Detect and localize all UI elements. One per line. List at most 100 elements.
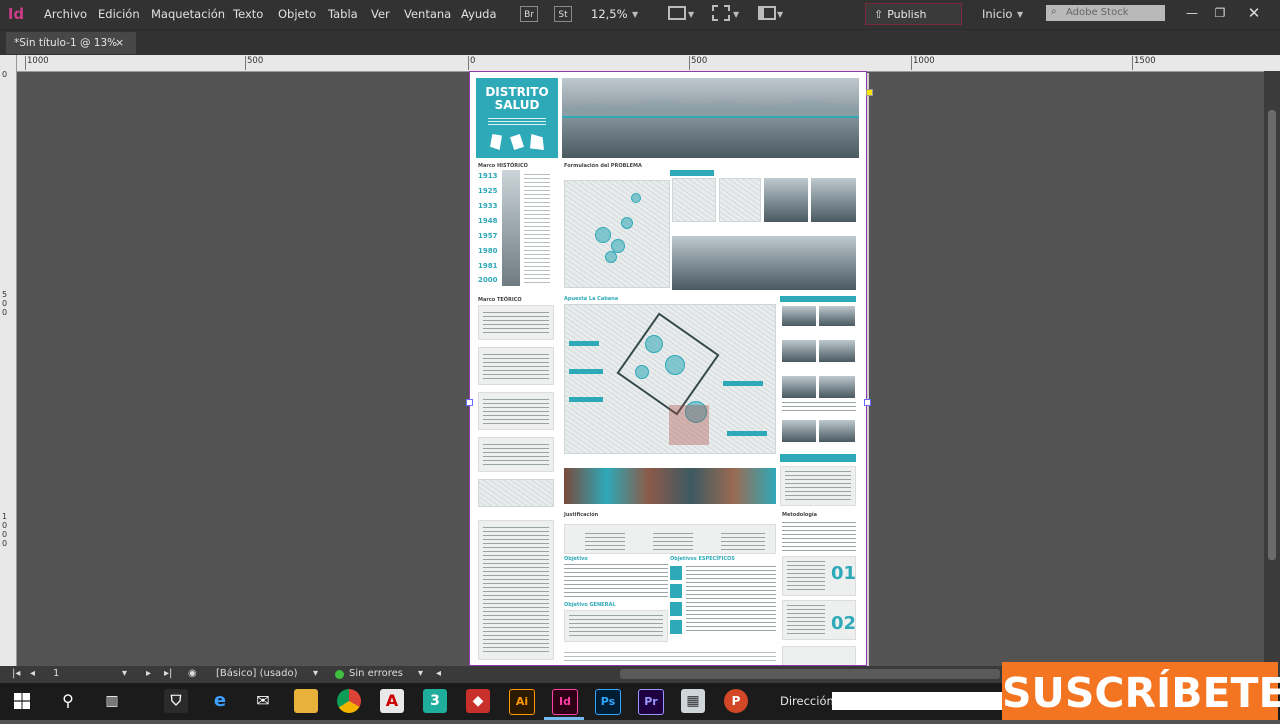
photo-thumb xyxy=(819,340,855,362)
step-number-01: 01 xyxy=(831,563,857,584)
ruler-tick xyxy=(468,56,469,70)
store-icon[interactable]: ⛉ xyxy=(164,689,188,713)
scroll-left-icon[interactable]: ◂ xyxy=(436,668,441,679)
preflight-icon[interactable]: ◉ xyxy=(188,668,197,679)
chevron-down-icon[interactable]: ▼ xyxy=(1017,10,1023,19)
menu-ayuda[interactable]: Ayuda xyxy=(461,7,497,21)
year-1957: 1957 xyxy=(478,232,498,240)
photo-thumb xyxy=(819,376,855,398)
workspace-switcher[interactable]: Inicio xyxy=(982,7,1012,21)
year-1933: 1933 xyxy=(478,202,498,210)
errors-status[interactable]: Sin errores xyxy=(349,668,403,679)
first-page-icon[interactable]: |◂ xyxy=(12,668,20,679)
label-bar xyxy=(780,296,856,302)
title-block[interactable]: DISTRITO SALUD xyxy=(476,78,558,158)
file-explorer-icon[interactable] xyxy=(294,689,318,713)
chevron-down-icon[interactable]: ▾ xyxy=(313,668,318,679)
label-objetivos-especificos: Objetivos ESPECÍFICOS xyxy=(670,556,735,562)
status-ok-icon xyxy=(335,670,344,679)
menu-ver[interactable]: Ver xyxy=(371,7,390,21)
ruler-label: 1500 xyxy=(1134,56,1156,66)
document-page[interactable]: DISTRITO SALUD Marco HISTÓRICO 1913 1925… xyxy=(469,71,867,666)
menu-objeto[interactable]: Objeto xyxy=(278,7,316,21)
label-objetivo-general: Objetivo GENERAL xyxy=(564,602,616,608)
search-icon[interactable]: ⚲ xyxy=(56,689,80,713)
publish-online-button[interactable]: ⇧Publish Online xyxy=(865,3,962,43)
next-page-icon[interactable]: ▸ xyxy=(146,668,151,679)
stock-button[interactable]: St xyxy=(554,6,572,22)
panorama-photo[interactable] xyxy=(562,78,859,158)
last-page-icon[interactable]: ▸| xyxy=(164,668,172,679)
ruler-label: 5 0 0 xyxy=(2,290,8,317)
edge-icon[interactable]: e xyxy=(208,689,232,713)
address-input[interactable] xyxy=(832,692,1004,710)
chevron-down-icon[interactable]: ▼ xyxy=(632,10,638,19)
year-1980: 1980 xyxy=(478,247,498,255)
anchor-handle[interactable] xyxy=(866,89,873,96)
method-step-3 xyxy=(782,646,856,665)
close-tab-icon[interactable]: × xyxy=(115,32,124,54)
minimize-icon[interactable]: — xyxy=(1178,3,1206,23)
autocad-icon[interactable]: ◆ xyxy=(466,689,490,713)
mail-icon[interactable]: ✉ xyxy=(251,689,275,713)
photo-thumb xyxy=(782,306,816,326)
selection-handle[interactable] xyxy=(466,399,473,406)
close-icon[interactable]: ✕ xyxy=(1240,3,1268,23)
vertical-ruler[interactable] xyxy=(0,55,17,666)
page-number-field[interactable]: 1 xyxy=(53,668,59,679)
subscribe-banner[interactable]: SUSCRÍBETE xyxy=(1002,662,1280,720)
restore-icon[interactable]: ❐ xyxy=(1206,3,1234,23)
ruler-tick xyxy=(245,56,246,70)
section-historico: Marco HISTÓRICO xyxy=(478,163,528,169)
bridge-button[interactable]: Br xyxy=(520,6,538,22)
theory-card xyxy=(478,347,554,385)
photoshop-icon[interactable]: Ps xyxy=(595,689,621,715)
screen-mode-icon[interactable] xyxy=(668,6,686,20)
method-text xyxy=(782,522,856,552)
style-select[interactable]: [Básico] (usado) xyxy=(216,668,298,679)
chrome-icon[interactable] xyxy=(337,689,361,713)
photo-thumb xyxy=(782,340,816,362)
acrobat-icon[interactable]: A xyxy=(380,689,404,713)
selection-handle[interactable] xyxy=(864,399,871,406)
callout-label xyxy=(780,454,856,462)
horizontal-ruler[interactable] xyxy=(16,55,1280,72)
proposal-map[interactable] xyxy=(564,304,776,454)
horizontal-scrollbar-thumb[interactable] xyxy=(620,669,1000,679)
menu-texto[interactable]: Texto xyxy=(233,7,263,21)
chevron-down-icon[interactable]: ▼ xyxy=(777,10,783,19)
section-drawing xyxy=(478,479,554,507)
chevron-down-icon[interactable]: ▼ xyxy=(688,10,694,19)
illustrator-icon[interactable]: Ai xyxy=(509,689,535,715)
street-photo xyxy=(672,236,856,290)
powerpoint-icon[interactable]: P xyxy=(724,689,748,713)
menu-maquetacion[interactable]: Maquetación xyxy=(151,7,225,21)
view-options-icon[interactable] xyxy=(712,5,730,21)
menu-archivo[interactable]: Archivo xyxy=(44,7,87,21)
year-1981: 1981 xyxy=(478,262,498,270)
document-tab[interactable]: *Sin título-1 @ 13% × xyxy=(6,32,136,54)
city-map-small[interactable] xyxy=(564,180,670,288)
menu-ventana[interactable]: Ventana xyxy=(404,7,451,21)
3ds-max-icon[interactable]: 3 xyxy=(423,689,447,713)
adobe-stock-search-input[interactable]: Adobe Stock xyxy=(1046,5,1165,21)
task-view-icon[interactable]: ▥ xyxy=(100,689,124,713)
menu-edicion[interactable]: Edición xyxy=(98,7,140,21)
menu-tabla[interactable]: Tabla xyxy=(328,7,358,21)
indesign-icon[interactable]: Id xyxy=(552,689,578,715)
arrange-documents-icon[interactable] xyxy=(758,6,776,20)
photos-icon[interactable]: ▦ xyxy=(681,689,705,713)
prev-page-icon[interactable]: ◂ xyxy=(30,668,35,679)
scrollbar-thumb[interactable] xyxy=(1268,110,1276,560)
chevron-down-icon[interactable]: ▼ xyxy=(733,10,739,19)
ruler-tick xyxy=(1132,56,1133,70)
zoom-level-select[interactable]: 12,5% xyxy=(591,7,628,21)
year-2000: 2000 xyxy=(478,276,498,284)
theory-card xyxy=(478,305,554,340)
premiere-icon[interactable]: Pr xyxy=(638,689,664,715)
document-tab-bar xyxy=(0,29,1280,56)
ruler-tick xyxy=(25,56,26,70)
chevron-down-icon[interactable]: ▾ xyxy=(418,668,423,679)
chevron-down-icon[interactable]: ▾ xyxy=(122,668,127,679)
bottom-text xyxy=(564,652,776,664)
